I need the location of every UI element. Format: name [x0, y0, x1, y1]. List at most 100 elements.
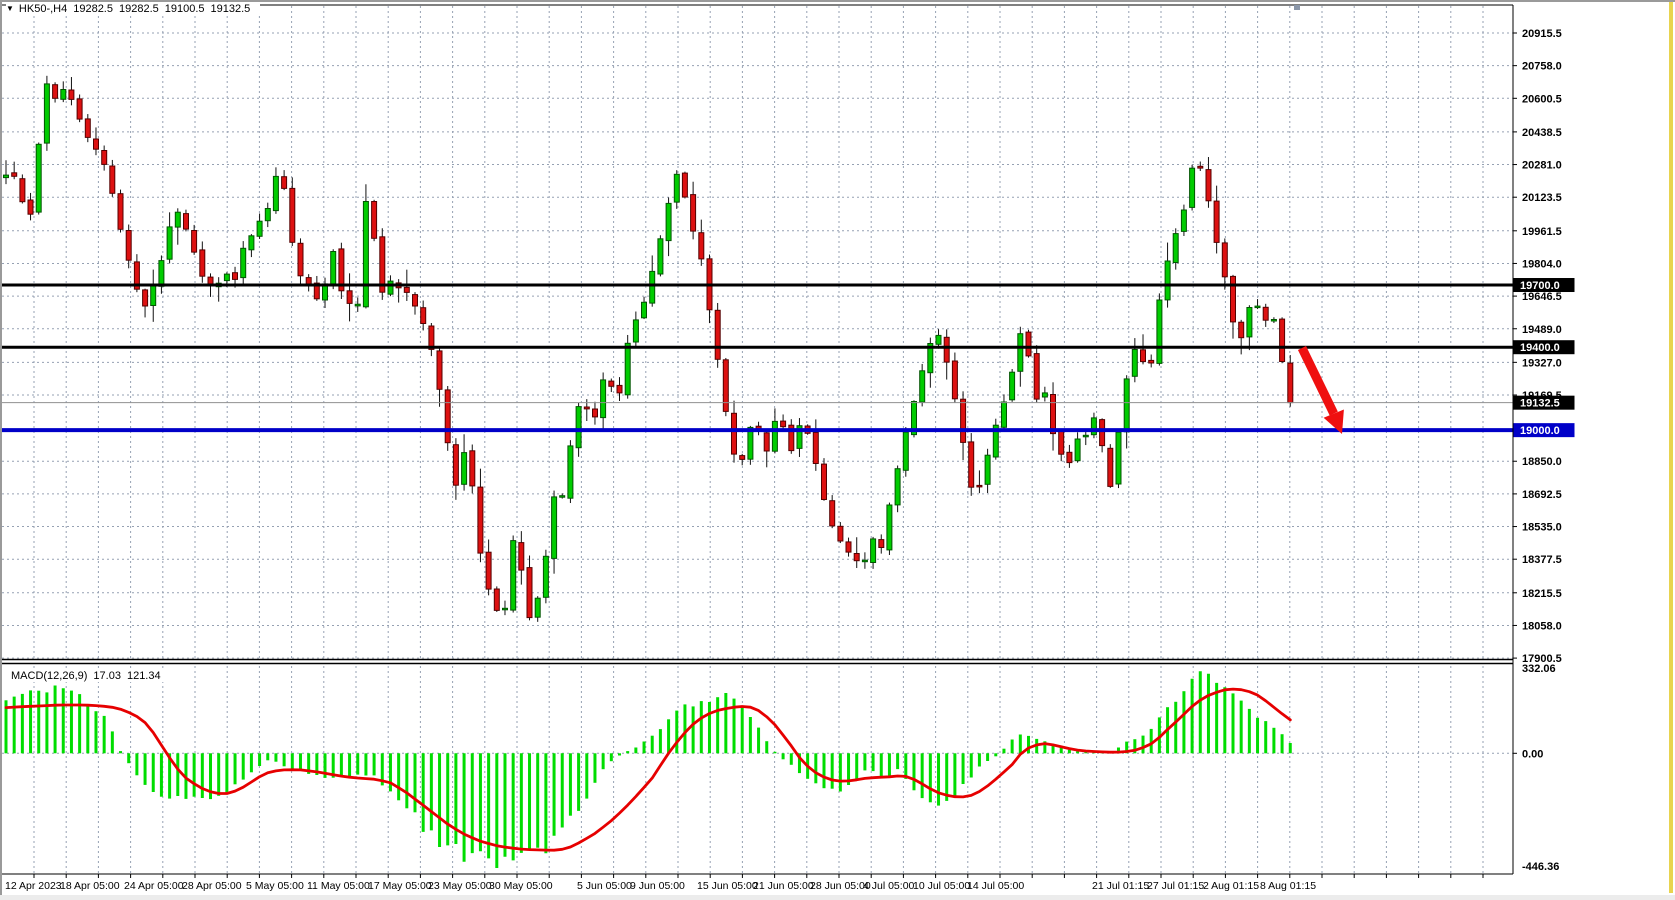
chart-title-bar: ▼HK50-,H419282.519282.519100.519132.5	[6, 3, 260, 15]
time-axis-label: 9 Jun 05:00	[630, 880, 685, 892]
price-axis-label: 19961.5	[1522, 226, 1562, 238]
time-axis-label: 2 Aug 01:15	[1203, 880, 1259, 892]
candle-body-down	[944, 337, 949, 362]
price-axis-label: 19804.0	[1522, 258, 1562, 270]
candle-body-up	[862, 560, 867, 562]
candle-body-up	[936, 335, 941, 344]
candle-body-down	[437, 351, 442, 389]
candle-body-down	[822, 464, 827, 499]
time-axis-label: 18 Apr 05:00	[60, 880, 120, 892]
time-axis-label: 30 May 05:00	[489, 880, 553, 892]
candle-body-up	[650, 271, 655, 303]
candle-body-up	[1255, 306, 1260, 308]
chart-dropdown-icon[interactable]: ▼	[6, 4, 14, 13]
candle-body-down	[1198, 166, 1203, 168]
candle-body-down	[192, 231, 197, 253]
time-axis-label: 12 Apr 2023	[5, 880, 62, 892]
candle-body-down	[470, 451, 475, 486]
candle-body-up	[633, 320, 638, 342]
candle-body-down	[404, 287, 409, 292]
candle-body-up	[625, 343, 630, 395]
candle-body-down	[1067, 452, 1072, 462]
candle-body-down	[838, 526, 843, 541]
candle-body-up	[666, 203, 671, 240]
candle-body-down	[77, 99, 82, 119]
candle-body-down	[421, 308, 426, 324]
price-chart-canvas[interactable]: 20915.520758.020600.520438.520281.020123…	[0, 0, 1675, 900]
candle-body-up	[1157, 300, 1162, 363]
candle-body-down	[593, 409, 598, 417]
candle-body-down	[527, 568, 532, 618]
candle-body-down	[413, 295, 418, 306]
candle-body-down	[1263, 307, 1268, 320]
candle-body-down	[28, 200, 33, 214]
price-axis-label: 20758.0	[1522, 61, 1562, 73]
candle-body-up	[224, 274, 229, 281]
red-down-arrow-annotation[interactable]	[1302, 348, 1344, 434]
candle-body-down	[453, 445, 458, 486]
time-axis-label: 8 Aug 01:15	[1260, 880, 1316, 892]
candle-body-down	[715, 310, 720, 359]
candle-body-down	[53, 85, 58, 99]
price-axis-label: 18215.5	[1522, 588, 1562, 600]
candle-body-up	[61, 90, 66, 100]
candle-body-down	[1108, 448, 1113, 486]
candle-body-up	[1010, 372, 1015, 400]
candle-body-up	[462, 453, 467, 485]
price-axis-label: 20915.5	[1522, 28, 1562, 40]
candle-body-down	[290, 188, 295, 242]
candle-body-down	[1059, 431, 1064, 454]
price-axis-label: 20600.5	[1522, 93, 1562, 105]
candle-body-down	[233, 273, 238, 280]
candle-body-up	[535, 598, 540, 617]
candle-body-up	[1018, 334, 1023, 372]
candle-body-up	[576, 407, 581, 448]
candle-body-up	[331, 252, 336, 284]
candle-body-down	[282, 177, 287, 189]
candle-body-down	[1222, 243, 1227, 277]
candle-body-down	[969, 442, 974, 487]
candle-body-down	[813, 432, 818, 463]
hline-price-box-label: 19700.0	[1520, 280, 1560, 292]
price-axis-label: 20438.5	[1522, 127, 1562, 139]
candle-body-up	[1042, 393, 1047, 397]
candle-body-down	[732, 413, 737, 454]
candle-body-down	[486, 552, 491, 589]
time-axis-label: 28 Apr 05:00	[182, 880, 242, 892]
candle-body-down	[478, 487, 483, 553]
price-axis-label: 18692.5	[1522, 489, 1562, 501]
candle-body-down	[961, 399, 966, 442]
price-axis-label: 20123.5	[1522, 192, 1562, 204]
candle-body-up	[511, 541, 516, 611]
candle-body-up	[1165, 261, 1170, 300]
candle-body-up	[36, 144, 41, 212]
candle-body-up	[568, 446, 573, 498]
candle-body-up	[1181, 210, 1186, 231]
candle-body-down	[723, 360, 728, 412]
candle-body-up	[249, 236, 254, 250]
time-axis-label: 15 Jun 05:00	[697, 880, 758, 892]
chart-end-marker	[1294, 5, 1300, 10]
candle-body-up	[748, 427, 753, 459]
candle-body-up	[903, 432, 908, 470]
hline-price-box-label: 19400.0	[1520, 342, 1560, 354]
candle-body-down	[85, 119, 90, 137]
candle-body-up	[265, 209, 270, 221]
candle-body-down	[298, 243, 303, 275]
candle-body-down	[445, 390, 450, 443]
candle-body-up	[241, 248, 246, 277]
candle-body-down	[519, 543, 524, 571]
candle-body-up	[388, 281, 393, 294]
hline-price-box-label: 19000.0	[1520, 425, 1560, 437]
macd-axis-label: -446.36	[1522, 861, 1559, 873]
candle-body-down	[781, 421, 786, 427]
candle-body-down	[347, 291, 352, 304]
time-axis-label: 28 Jun 05:00	[810, 880, 871, 892]
candle-body-down	[12, 173, 17, 177]
candle-body-down	[1280, 319, 1285, 361]
candle-body-down	[682, 173, 687, 197]
candle-body-up	[1124, 379, 1129, 432]
candle-body-up	[895, 469, 900, 505]
macd-axis-label: 0.00	[1522, 748, 1543, 760]
symbol-timeframe-label: HK50-,H4	[19, 3, 67, 15]
